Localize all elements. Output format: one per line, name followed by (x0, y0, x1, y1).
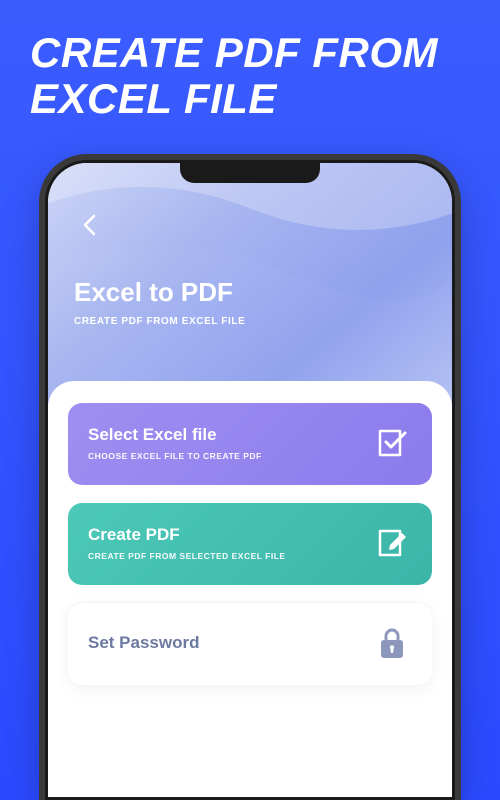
card-text: Set Password (88, 633, 200, 653)
page-title: Excel to PDF (74, 277, 426, 308)
card-title: Create PDF (88, 525, 286, 545)
card-text: Select Excel file CHOOSE EXCEL FILE TO C… (88, 425, 262, 461)
cards-container: Select Excel file CHOOSE EXCEL FILE TO C… (48, 381, 452, 705)
chevron-left-icon (82, 214, 96, 236)
page-subtitle: CREATE PDF FROM EXCEL FILE (74, 316, 426, 327)
card-title: Set Password (88, 633, 200, 653)
back-button[interactable] (74, 208, 104, 249)
card-title: Select Excel file (88, 425, 262, 445)
edit-icon (372, 523, 412, 563)
phone-notch (180, 163, 320, 183)
promo-headline-line2: EXCEL FILE (30, 75, 277, 122)
promo-headline: CREATE PDF FROM EXCEL FILE (0, 0, 500, 142)
screen-header: Excel to PDF CREATE PDF FROM EXCEL FILE (48, 163, 452, 408)
checkbox-icon (372, 423, 412, 463)
card-subtitle: CHOOSE EXCEL FILE TO CREATE PDF (88, 451, 262, 461)
select-excel-card[interactable]: Select Excel file CHOOSE EXCEL FILE TO C… (68, 403, 432, 485)
lock-icon (372, 623, 412, 663)
card-subtitle: CREATE PDF FROM SELECTED EXCEL FILE (88, 551, 286, 561)
set-password-card[interactable]: Set Password (68, 603, 432, 685)
create-pdf-card[interactable]: Create PDF CREATE PDF FROM SELECTED EXCE… (68, 503, 432, 585)
promo-headline-line1: CREATE PDF FROM (30, 29, 438, 76)
phone-frame: Excel to PDF CREATE PDF FROM EXCEL FILE … (45, 160, 455, 800)
card-text: Create PDF CREATE PDF FROM SELECTED EXCE… (88, 525, 286, 561)
phone-screen: Excel to PDF CREATE PDF FROM EXCEL FILE … (48, 163, 452, 797)
